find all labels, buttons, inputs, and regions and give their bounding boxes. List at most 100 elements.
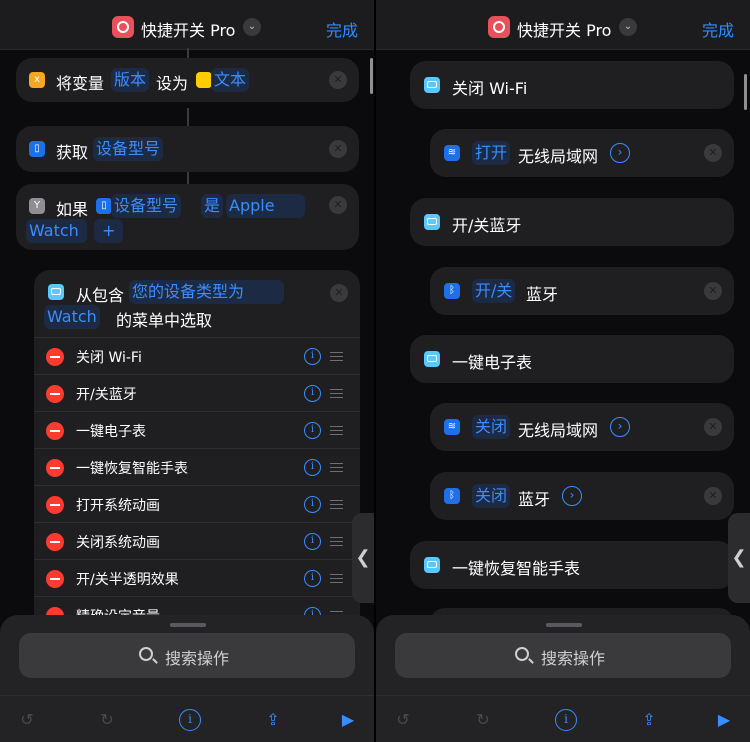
variable-name-token[interactable]: 版本 <box>111 68 150 92</box>
reorder-handle-icon[interactable] <box>330 389 343 398</box>
device-model-token[interactable]: 设备型号 <box>93 137 164 161</box>
text-token[interactable]: 文本 <box>211 68 250 92</box>
menu-item-label[interactable]: 一键恢复智能手表 <box>76 458 188 478</box>
set-wifi-action[interactable]: ≋ 打开 无线局域网 › ✕ <box>430 129 734 177</box>
menu-item-label[interactable]: 关闭系统动画 <box>76 532 160 552</box>
info-icon[interactable]: i <box>304 496 321 513</box>
set-wifi-action[interactable]: ≋ 关闭 无线局域网 › ✕ <box>430 403 734 451</box>
info-icon[interactable]: i <box>304 348 321 365</box>
set-bluetooth-action[interactable]: ᛒ 开/关 蓝牙 ✕ <box>430 267 734 315</box>
get-device-model-action[interactable]: ▯ 获取 设备型号 ✕ <box>16 126 359 172</box>
remove-action-icon[interactable]: ✕ <box>329 140 347 158</box>
remove-action-icon[interactable]: ✕ <box>704 487 722 505</box>
condition-operator-token[interactable]: 是 <box>201 194 224 218</box>
nav-header: 快捷开关 Pro ⌄ 完成 <box>376 0 750 50</box>
remove-action-icon[interactable]: ✕ <box>704 282 722 300</box>
remove-action-icon[interactable]: ✕ <box>330 284 348 302</box>
if-action[interactable]: Y 如果 ▯ 设备型号 是 Apple Watch + ✕ <box>16 184 359 250</box>
info-icon[interactable]: i <box>304 459 321 476</box>
menu-item[interactable]: 一键恢复智能手表 i <box>34 448 360 485</box>
chevron-right-icon[interactable]: › <box>610 143 630 163</box>
remove-action-icon[interactable]: ✕ <box>329 196 347 214</box>
chevron-right-icon[interactable]: › <box>562 486 582 506</box>
delete-item-icon[interactable] <box>46 459 64 477</box>
wifi-state-token[interactable]: 关闭 <box>472 415 511 439</box>
undo-icon[interactable]: ↺ <box>16 709 38 731</box>
sheet-grabber[interactable] <box>170 623 206 627</box>
menu-item-label[interactable]: 一键电子表 <box>76 421 146 441</box>
menu-item[interactable]: 关闭 Wi-Fi i <box>34 337 360 374</box>
menu-item-label[interactable]: 开/关半透明效果 <box>76 569 179 589</box>
delete-item-icon[interactable] <box>46 422 64 440</box>
reorder-handle-icon[interactable] <box>330 537 343 546</box>
bluetooth-state-token[interactable]: 关闭 <box>472 484 511 508</box>
shortcut-title[interactable]: 快捷开关 Pro <box>517 17 611 41</box>
reorder-handle-icon[interactable] <box>330 500 343 509</box>
menu-icon <box>424 214 440 230</box>
info-icon[interactable]: i <box>304 533 321 550</box>
menu-item[interactable]: 开/关蓝牙 i <box>34 374 360 411</box>
delete-item-icon[interactable] <box>46 496 64 514</box>
menu-item[interactable]: 关闭系统动画 i <box>34 522 360 559</box>
chevron-down-icon[interactable]: ⌄ <box>243 18 261 36</box>
bottom-toolbar: ↺ ↻ i ⇪ ▶ <box>376 695 750 742</box>
menu-item-label[interactable]: 关闭 Wi-Fi <box>76 347 142 367</box>
play-icon[interactable]: ▶ <box>337 709 359 731</box>
condition-value-token[interactable]: Apple <box>226 194 305 218</box>
set-variable-action[interactable]: x 将变量 版本 设为 文本 ✕ <box>16 58 359 102</box>
sheet-grabber[interactable] <box>546 623 582 627</box>
share-icon[interactable]: ⇪ <box>262 709 284 731</box>
delete-item-icon[interactable] <box>46 570 64 588</box>
menu-item[interactable]: 打开系统动画 i <box>34 485 360 522</box>
menu-item-label[interactable]: 开/关蓝牙 <box>76 384 137 404</box>
reorder-handle-icon[interactable] <box>330 352 343 361</box>
device-model-token[interactable]: 设备型号 <box>111 194 182 218</box>
menu-item[interactable]: 开/关半透明效果 i <box>34 559 360 596</box>
redo-icon[interactable]: ↻ <box>96 709 118 731</box>
info-icon[interactable]: i <box>179 709 201 731</box>
action-target: 蓝牙 <box>526 285 559 304</box>
info-icon[interactable]: i <box>304 422 321 439</box>
undo-icon[interactable]: ↺ <box>392 709 414 731</box>
play-icon[interactable]: ▶ <box>713 709 735 731</box>
reorder-handle-icon[interactable] <box>330 463 343 472</box>
condition-value-token-cont[interactable]: Watch <box>26 219 87 243</box>
chevron-right-icon[interactable]: › <box>610 417 630 437</box>
share-icon[interactable]: ⇪ <box>638 709 660 731</box>
menu-case-header[interactable]: 一键电子表 <box>410 335 734 383</box>
reorder-handle-icon[interactable] <box>330 574 343 583</box>
done-button[interactable]: 完成 <box>702 17 734 41</box>
info-icon[interactable]: i <box>304 385 321 402</box>
search-actions-field[interactable]: 搜索操作 <box>19 633 355 678</box>
info-icon[interactable]: i <box>304 570 321 587</box>
redo-icon[interactable]: ↻ <box>472 709 494 731</box>
search-actions-field[interactable]: 搜索操作 <box>395 633 731 678</box>
menu-case-header[interactable]: 开/关蓝牙 <box>410 198 734 246</box>
delete-item-icon[interactable] <box>46 533 64 551</box>
scrollbar[interactable] <box>370 58 373 94</box>
remove-action-icon[interactable]: ✕ <box>704 418 722 436</box>
collapse-panel-tab[interactable]: ❮ <box>352 513 374 603</box>
add-value-button[interactable]: + <box>94 219 124 243</box>
shortcut-title[interactable]: 快捷开关 Pro <box>141 17 235 41</box>
done-button[interactable]: 完成 <box>326 17 358 41</box>
menu-case-header[interactable]: 一键恢复智能手表 <box>410 541 734 589</box>
collapse-panel-tab[interactable]: ❮ <box>728 513 750 603</box>
chevron-down-icon[interactable]: ⌄ <box>619 18 637 36</box>
bluetooth-state-token[interactable]: 开/关 <box>472 279 516 303</box>
menu-item[interactable]: 一键电子表 i <box>34 411 360 448</box>
menu-item-label[interactable]: 打开系统动画 <box>76 495 160 515</box>
delete-item-icon[interactable] <box>46 348 64 366</box>
remove-action-icon[interactable]: ✕ <box>704 144 722 162</box>
wifi-state-token[interactable]: 打开 <box>472 141 511 165</box>
info-icon[interactable]: i <box>555 709 577 731</box>
scrollbar[interactable] <box>744 74 747 110</box>
set-bluetooth-action[interactable]: ᛒ 关闭 蓝牙 › ✕ <box>430 472 734 520</box>
menu-prompt-token[interactable]: 您的设备类型为 <box>129 280 285 304</box>
reorder-handle-icon[interactable] <box>330 426 343 435</box>
remove-action-icon[interactable]: ✕ <box>329 71 347 89</box>
bottom-toolbar: ↺ ↻ i ⇪ ▶ <box>0 695 374 742</box>
delete-item-icon[interactable] <box>46 385 64 403</box>
menu-prompt-token-cont[interactable]: Watch <box>44 305 100 329</box>
menu-case-header[interactable]: 关闭 Wi-Fi <box>410 61 734 109</box>
